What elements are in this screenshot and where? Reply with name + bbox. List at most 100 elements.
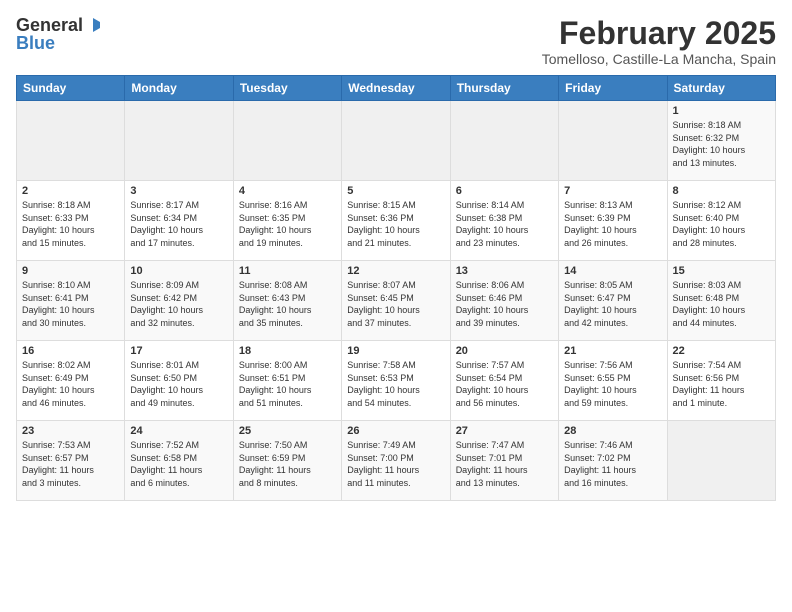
day-number: 26 [347,425,444,437]
day-number: 19 [347,345,444,357]
calendar-cell: 5Sunrise: 8:15 AM Sunset: 6:36 PM Daylig… [342,181,450,261]
day-number: 10 [130,265,227,277]
day-number: 23 [22,425,119,437]
day-number: 25 [239,425,336,437]
calendar-cell: 2 Sunrise: 8:18 AM Sunset: 6:33 PM Daylig… [17,181,125,261]
logo-blue-text: Blue [16,34,55,52]
day-number: 17 [130,345,227,357]
day-number: 7 [564,185,661,197]
weekday-header: Monday [125,76,233,101]
title-block: February 2025 Tomelloso, Castille-La Man… [542,16,776,67]
day-info: Sunrise: 7:49 AM Sunset: 7:00 PM Dayligh… [347,439,444,489]
day-info: Sunrise: 8:16 AM Sunset: 6:35 PM Dayligh… [239,199,336,249]
calendar-cell: 8Sunrise: 8:12 AM Sunset: 6:40 PM Daylig… [667,181,775,261]
calendar-week-row: 9Sunrise: 8:10 AM Sunset: 6:41 PM Daylig… [17,261,776,341]
calendar-week-row: 16Sunrise: 8:02 AM Sunset: 6:49 PM Dayli… [17,341,776,421]
weekday-header: Tuesday [233,76,341,101]
calendar-week-row: 1 Sunrise: 8:18 AM Sunset: 6:32 PM Daylig… [17,101,776,181]
day-info: Sunrise: 8:09 AM Sunset: 6:42 PM Dayligh… [130,279,227,329]
calendar-cell: 13 Sunrise: 8:06 AM Sunset: 6:46 PM Dayli… [450,261,558,341]
calendar-cell: 28 Sunrise: 7:46 AM Sunset: 7:02 PM Dayli… [559,421,667,501]
calendar-cell [17,101,125,181]
calendar-cell: 25 Sunrise: 7:50 AM Sunset: 6:59 PM Dayli… [233,421,341,501]
calendar-cell: 12Sunrise: 8:07 AM Sunset: 6:45 PM Dayli… [342,261,450,341]
day-number: 24 [130,425,227,437]
day-number: 11 [239,265,336,277]
day-info: Sunrise: 7:52 AM Sunset: 6:58 PM Dayligh… [130,439,227,489]
day-info: Sunrise: 7:54 AM Sunset: 6:56 PM Dayligh… [673,359,770,409]
day-info: Sunrise: 8:13 AM Sunset: 6:39 PM Dayligh… [564,199,661,249]
logo: General Blue [16,16,101,52]
weekday-header: Friday [559,76,667,101]
calendar-cell: 21 Sunrise: 7:56 AM Sunset: 6:55 PM Dayli… [559,341,667,421]
calendar-cell: 19 Sunrise: 7:58 AM Sunset: 6:53 PM Dayli… [342,341,450,421]
weekday-header: Saturday [667,76,775,101]
location-text: Tomelloso, Castille-La Mancha, Spain [542,51,776,67]
calendar-cell: 27 Sunrise: 7:47 AM Sunset: 7:01 PM Dayli… [450,421,558,501]
day-number: 27 [456,425,553,437]
calendar-cell: 14 Sunrise: 8:05 AM Sunset: 6:47 PM Dayli… [559,261,667,341]
day-number: 20 [456,345,553,357]
calendar-cell: 11 Sunrise: 8:08 AM Sunset: 6:43 PM Dayli… [233,261,341,341]
calendar-cell: 3 Sunrise: 8:17 AM Sunset: 6:34 PM Daylig… [125,181,233,261]
calendar-body: 1 Sunrise: 8:18 AM Sunset: 6:32 PM Daylig… [17,101,776,501]
calendar-cell: 9Sunrise: 8:10 AM Sunset: 6:41 PM Daylig… [17,261,125,341]
calendar-cell: 1 Sunrise: 8:18 AM Sunset: 6:32 PM Daylig… [667,101,775,181]
calendar-week-row: 2 Sunrise: 8:18 AM Sunset: 6:33 PM Daylig… [17,181,776,261]
day-number: 13 [456,265,553,277]
weekday-header: Wednesday [342,76,450,101]
calendar-cell: 4Sunrise: 8:16 AM Sunset: 6:35 PM Daylig… [233,181,341,261]
day-number: 12 [347,265,444,277]
day-info: Sunrise: 8:12 AM Sunset: 6:40 PM Dayligh… [673,199,770,249]
day-info: Sunrise: 8:01 AM Sunset: 6:50 PM Dayligh… [130,359,227,409]
logo-flag-icon [85,17,101,33]
day-info: Sunrise: 8:02 AM Sunset: 6:49 PM Dayligh… [22,359,119,409]
calendar-cell: 17 Sunrise: 8:01 AM Sunset: 6:50 PM Dayli… [125,341,233,421]
calendar-cell: 22Sunrise: 7:54 AM Sunset: 6:56 PM Dayli… [667,341,775,421]
day-info: Sunrise: 8:17 AM Sunset: 6:34 PM Dayligh… [130,199,227,249]
calendar-cell: 15 Sunrise: 8:03 AM Sunset: 6:48 PM Dayli… [667,261,775,341]
day-number: 1 [673,105,770,117]
day-number: 14 [564,265,661,277]
calendar-cell: 26 Sunrise: 7:49 AM Sunset: 7:00 PM Dayli… [342,421,450,501]
day-info: Sunrise: 8:18 AM Sunset: 6:32 PM Dayligh… [673,119,770,169]
calendar-cell [233,101,341,181]
day-info: Sunrise: 8:15 AM Sunset: 6:36 PM Dayligh… [347,199,444,249]
weekday-header: Thursday [450,76,558,101]
calendar-cell: 18 Sunrise: 8:00 AM Sunset: 6:51 PM Dayli… [233,341,341,421]
calendar-table: SundayMondayTuesdayWednesdayThursdayFrid… [16,75,776,501]
calendar-cell: 20 Sunrise: 7:57 AM Sunset: 6:54 PM Dayli… [450,341,558,421]
day-info: Sunrise: 8:03 AM Sunset: 6:48 PM Dayligh… [673,279,770,329]
day-info: Sunrise: 8:06 AM Sunset: 6:46 PM Dayligh… [456,279,553,329]
day-number: 18 [239,345,336,357]
page-header: General Blue February 2025 Tomelloso, Ca… [16,16,776,67]
calendar-cell: 6Sunrise: 8:14 AM Sunset: 6:38 PM Daylig… [450,181,558,261]
calendar-cell: 10 Sunrise: 8:09 AM Sunset: 6:42 PM Dayli… [125,261,233,341]
day-info: Sunrise: 8:00 AM Sunset: 6:51 PM Dayligh… [239,359,336,409]
day-info: Sunrise: 8:05 AM Sunset: 6:47 PM Dayligh… [564,279,661,329]
month-title: February 2025 [542,16,776,51]
day-number: 28 [564,425,661,437]
calendar-cell: 24 Sunrise: 7:52 AM Sunset: 6:58 PM Dayli… [125,421,233,501]
day-info: Sunrise: 7:50 AM Sunset: 6:59 PM Dayligh… [239,439,336,489]
calendar-week-row: 23Sunrise: 7:53 AM Sunset: 6:57 PM Dayli… [17,421,776,501]
logo-general-text: General [16,16,83,34]
day-info: Sunrise: 7:46 AM Sunset: 7:02 PM Dayligh… [564,439,661,489]
day-number: 15 [673,265,770,277]
day-info: Sunrise: 7:58 AM Sunset: 6:53 PM Dayligh… [347,359,444,409]
day-number: 21 [564,345,661,357]
day-info: Sunrise: 7:57 AM Sunset: 6:54 PM Dayligh… [456,359,553,409]
day-info: Sunrise: 8:18 AM Sunset: 6:33 PM Dayligh… [22,199,119,249]
calendar-cell: 7 Sunrise: 8:13 AM Sunset: 6:39 PM Daylig… [559,181,667,261]
weekday-header: Sunday [17,76,125,101]
calendar-cell [667,421,775,501]
day-number: 3 [130,185,227,197]
calendar-cell [559,101,667,181]
day-info: Sunrise: 8:08 AM Sunset: 6:43 PM Dayligh… [239,279,336,329]
day-number: 2 [22,185,119,197]
calendar-cell: 23Sunrise: 7:53 AM Sunset: 6:57 PM Dayli… [17,421,125,501]
day-info: Sunrise: 7:47 AM Sunset: 7:01 PM Dayligh… [456,439,553,489]
day-number: 6 [456,185,553,197]
day-info: Sunrise: 7:56 AM Sunset: 6:55 PM Dayligh… [564,359,661,409]
calendar-header-row: SundayMondayTuesdayWednesdayThursdayFrid… [17,76,776,101]
